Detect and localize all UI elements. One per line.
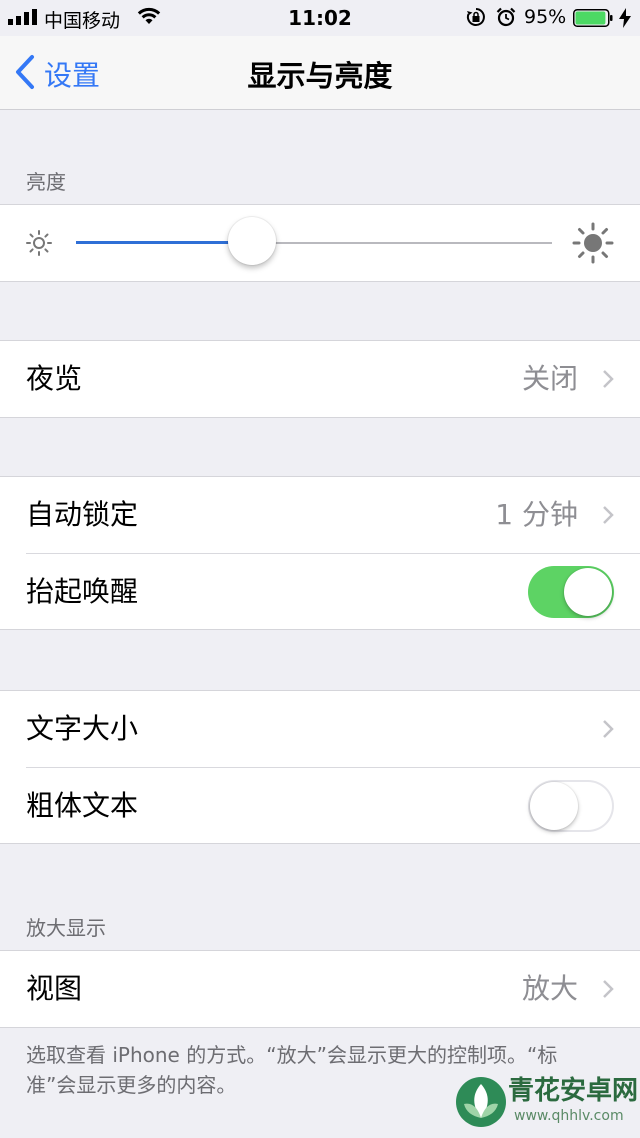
chevron-right-icon [603, 720, 614, 738]
battery-icon [573, 9, 613, 27]
watermark-logo-icon [456, 1077, 506, 1127]
chevron-right-icon [603, 370, 614, 388]
battery-percent: 95% [524, 6, 567, 28]
bold-text-label: 粗体文本 [26, 789, 139, 822]
chevron-right-icon [603, 506, 614, 524]
night-shift-group: 夜览 关闭 [0, 340, 640, 418]
text-size-row[interactable]: 文字大小 [0, 691, 640, 767]
watermark-url: www.qhhlv.com [514, 1108, 624, 1124]
auto-lock-value: 1 分钟 [495, 498, 578, 531]
chevron-right-icon [603, 980, 614, 998]
charging-icon [619, 8, 631, 28]
lock-group: 自动锁定 1 分钟 抬起唤醒 [0, 476, 640, 630]
raise-to-wake-toggle[interactable] [528, 566, 614, 618]
zoom-section-header: 放大显示 [26, 916, 106, 940]
toggle-knob [530, 782, 578, 830]
watermark: 青花安卓网 www.qhhlv.com [452, 1064, 640, 1138]
night-shift-label: 夜览 [26, 362, 83, 395]
text-size-label: 文字大小 [26, 712, 139, 745]
brightness-group [0, 204, 640, 282]
bold-text-toggle[interactable] [528, 780, 614, 832]
night-shift-value: 关闭 [521, 362, 578, 395]
zoom-view-label: 视图 [26, 972, 83, 1005]
text-group: 文字大小 粗体文本 [0, 690, 640, 844]
zoom-group: 视图 放大 [0, 950, 640, 1028]
page-title: 显示与亮度 [247, 59, 393, 93]
sun-large-icon [572, 222, 614, 264]
zoom-view-row[interactable]: 视图 放大 [0, 951, 640, 1027]
alarm-icon [496, 7, 516, 27]
orientation-lock-icon [466, 8, 485, 26]
status-bar: 中国移动 11:02 95% [0, 0, 640, 36]
watermark-name: 青花安卓网 [508, 1076, 639, 1106]
sun-small-icon [26, 230, 52, 256]
brightness-slider-thumb[interactable] [228, 217, 277, 265]
night-shift-row[interactable]: 夜览 关闭 [0, 341, 640, 417]
auto-lock-row[interactable]: 自动锁定 1 分钟 [0, 477, 640, 553]
brightness-slider-fill [76, 241, 253, 244]
raise-to-wake-row: 抬起唤醒 [0, 554, 640, 630]
bold-text-row: 粗体文本 [0, 768, 640, 844]
auto-lock-label: 自动锁定 [26, 498, 139, 531]
navigation-bar: 设置 显示与亮度 [0, 36, 640, 110]
brightness-section-header: 亮度 [26, 170, 66, 194]
raise-to-wake-label: 抬起唤醒 [26, 575, 139, 608]
zoom-view-value: 放大 [521, 972, 578, 1005]
toggle-knob [564, 568, 612, 616]
